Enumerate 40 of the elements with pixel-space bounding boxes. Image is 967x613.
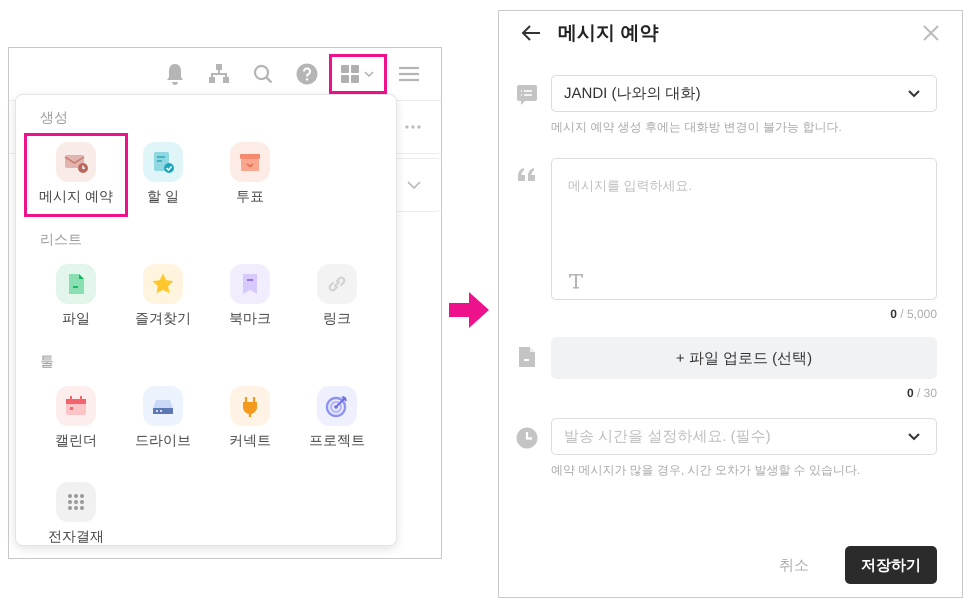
document-icon (56, 264, 96, 304)
file-upload-button[interactable]: + 파일 업로드 (선택) (551, 337, 937, 379)
channel-select[interactable]: JANDI (나와의 대화) (551, 75, 937, 112)
clock-icon (516, 427, 538, 449)
chevron-icon (908, 432, 920, 440)
chevron-icon (908, 90, 920, 98)
back-icon[interactable] (520, 24, 542, 42)
text-format-icon[interactable] (568, 273, 584, 289)
document-icon (516, 346, 538, 368)
right-arrow-icon (449, 290, 491, 330)
apps-button[interactable] (329, 54, 387, 94)
quote-icon (516, 167, 538, 183)
file-counter: 0 / 30 (906, 386, 937, 400)
dot-grid-icon (56, 482, 96, 522)
calendar-icon (56, 386, 96, 426)
ballot-box-icon (230, 142, 270, 182)
chat-bubble-icon (516, 84, 538, 106)
save-button[interactable]: 저장하기 (845, 546, 937, 584)
menu-item[interactable]: 투표 (198, 133, 302, 217)
chevron-icon[interactable] (407, 181, 421, 189)
more-icon[interactable] (405, 125, 421, 129)
drive-icon (143, 386, 183, 426)
menu-item[interactable]: 전자결재 (24, 473, 128, 557)
section-label: 생성 (40, 109, 69, 127)
envelope-clock-icon (56, 142, 96, 182)
section-label: 툴 (40, 353, 55, 371)
hint-text: 메시지 예약 생성 후에는 대화방 변경이 불가능 합니다. (551, 119, 843, 136)
checklist-icon (143, 142, 183, 182)
close-icon[interactable] (923, 25, 939, 41)
plug-icon (230, 386, 270, 426)
target-icon (317, 386, 357, 426)
panel-title: 메시지 예약 (558, 22, 658, 46)
star-icon (143, 264, 183, 304)
bookmark-icon (230, 264, 270, 304)
link-icon (317, 264, 357, 304)
hint-text: 예약 메시지가 많을 경우, 시간 오차가 발생할 수 있습니다. (551, 462, 862, 479)
section-label: 리스트 (40, 231, 83, 249)
menu-item[interactable]: 메시지 예약 (24, 133, 128, 217)
grid-icon (340, 64, 376, 84)
character-counter: 0 / 5,000 (890, 307, 937, 321)
